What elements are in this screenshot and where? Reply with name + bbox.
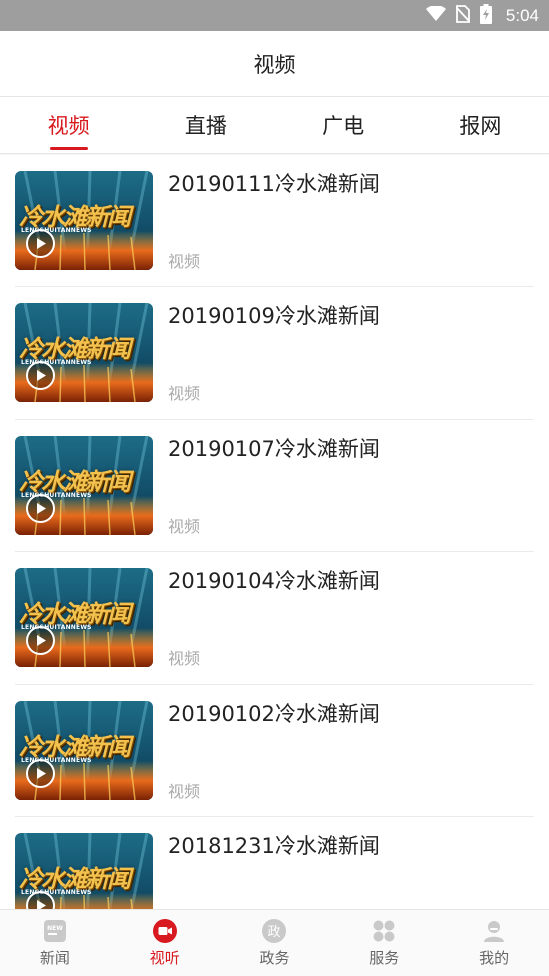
play-icon[interactable] [26, 493, 55, 523]
wifi-icon [425, 4, 446, 26]
video-tag: 视频 [168, 649, 201, 669]
video-camera-icon [152, 918, 178, 944]
nav-news[interactable]: NEW 新闻 [0, 910, 110, 976]
active-tab-indicator [49, 147, 88, 150]
video-thumbnail[interactable]: 冷水滩新闻 LENGSHUITANNEWS [15, 435, 153, 535]
nav-label: 视听 [149, 949, 180, 967]
play-icon[interactable] [26, 758, 55, 788]
video-title[interactable]: 20190109冷水滩新闻 [168, 300, 380, 330]
tab-label: 直播 [184, 114, 227, 138]
video-list[interactable]: 冷水滩新闻 LENGSHUITANNEWS 20190111冷水滩新闻 视频 冷… [0, 155, 549, 909]
video-thumbnail[interactable]: 冷水滩新闻 LENGSHUITANNEWS [15, 832, 153, 909]
nav-label: 政务 [259, 949, 290, 967]
tab-label: 报网 [459, 114, 502, 138]
video-thumbnail[interactable]: 冷水滩新闻 LENGSHUITANNEWS [15, 568, 153, 668]
tab-newspaper[interactable]: 报网 [412, 97, 549, 153]
profile-icon [481, 918, 507, 944]
list-item[interactable]: 冷水滩新闻 LENGSHUITANNEWS 20190107冷水滩新闻 视频 [15, 420, 534, 553]
news-badge: NEW [47, 925, 63, 932]
list-item[interactable]: 冷水滩新闻 LENGSHUITANNEWS 20190102冷水滩新闻 视频 [15, 685, 534, 817]
list-item[interactable]: 冷水滩新闻 LENGSHUITANNEWS 20190104冷水滩新闻 视频 [15, 552, 534, 685]
video-tag: 视频 [168, 781, 201, 801]
video-thumbnail[interactable]: 冷水滩新闻 LENGSHUITANNEWS [15, 700, 153, 800]
play-icon[interactable] [26, 626, 55, 656]
list-item[interactable]: 冷水滩新闻 LENGSHUITANNEWS 20190111冷水滩新闻 视频 [15, 155, 534, 288]
tab-label: 广电 [322, 114, 365, 138]
page-title: 视频 [253, 52, 296, 77]
nav-label: 服务 [369, 949, 400, 967]
no-sim-icon [455, 4, 471, 27]
tab-broadcast[interactable]: 广电 [275, 97, 412, 153]
video-tag: 视频 [168, 384, 201, 404]
play-icon[interactable] [26, 229, 55, 258]
nav-label: 新闻 [39, 949, 70, 967]
tab-label: 视频 [47, 114, 90, 138]
government-badge: 政 [268, 925, 281, 940]
video-thumbnail[interactable]: 冷水滩新闻 LENGSHUITANNEWS [15, 303, 153, 403]
news-icon: NEW [42, 918, 68, 944]
tab-live[interactable]: 直播 [137, 97, 274, 153]
video-title[interactable]: 20190107冷水滩新闻 [168, 433, 380, 463]
services-grid-icon [371, 918, 397, 944]
nav-services[interactable]: 服务 [329, 910, 439, 976]
video-title[interactable]: 20190102冷水滩新闻 [168, 698, 380, 728]
tab-video[interactable]: 视频 [0, 97, 137, 153]
app-header: 视频 [0, 31, 549, 97]
video-title[interactable]: 20190111冷水滩新闻 [168, 168, 380, 198]
nav-government[interactable]: 政 政务 [220, 910, 330, 976]
video-tag: 视频 [168, 252, 201, 271]
video-tag: 视频 [168, 516, 201, 536]
bottom-navigation: NEW 新闻 视听 政 政务 服务 我的 [0, 909, 549, 976]
status-time: 5:04 [505, 5, 539, 25]
nav-profile[interactable]: 我的 [439, 910, 549, 976]
nav-audiovisual[interactable]: 视听 [110, 910, 220, 976]
video-thumbnail[interactable]: 冷水滩新闻 LENGSHUITANNEWS [15, 171, 153, 270]
government-icon: 政 [261, 918, 287, 944]
video-title[interactable]: 20190104冷水滩新闻 [168, 565, 380, 595]
status-bar: 5:04 [0, 0, 549, 31]
list-item[interactable]: 冷水滩新闻 LENGSHUITANNEWS 20181231冷水滩新闻 视频 [15, 817, 534, 909]
category-tabs: 视频 直播 广电 报网 [0, 97, 549, 154]
video-title[interactable]: 20181231冷水滩新闻 [168, 830, 380, 860]
list-item[interactable]: 冷水滩新闻 LENGSHUITANNEWS 20190109冷水滩新闻 视频 [15, 287, 534, 420]
battery-charging-icon [479, 3, 492, 28]
nav-label: 我的 [479, 949, 510, 967]
